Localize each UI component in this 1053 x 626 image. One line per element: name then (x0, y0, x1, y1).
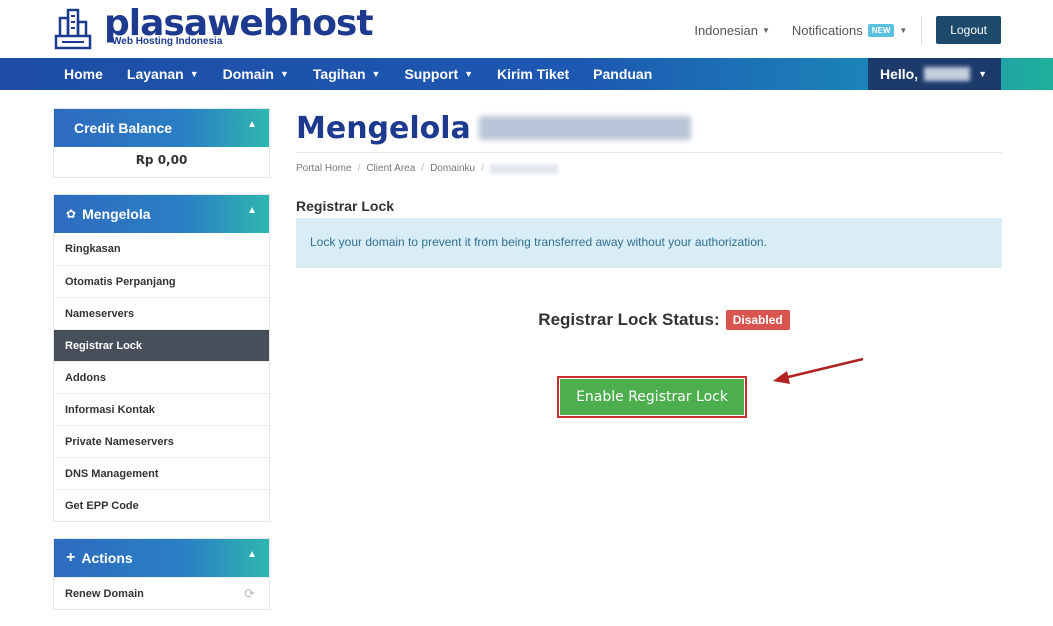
sidebar: Credit Balance ▲ Rp 0,00 ✿ Mengelola ▲ R… (53, 108, 270, 626)
credit-balance-header[interactable]: Credit Balance ▲ (54, 109, 269, 147)
manage-header[interactable]: ✿ Mengelola ▲ (54, 195, 269, 233)
notifications-dropdown[interactable]: Notifications NEW ▼ (791, 16, 923, 44)
gear-icon: ✿ (66, 207, 77, 221)
status-label: Registrar Lock Status: (538, 310, 720, 329)
section-title: Registrar Lock (296, 198, 395, 214)
nav-domain-label: Domain (222, 66, 274, 82)
hello-label: Hello, (880, 66, 919, 82)
actions-panel: + Actions ▲ Renew Domain ⟳ (53, 538, 270, 610)
page-title-text: Mengelola (296, 110, 471, 146)
server-stack-icon (54, 8, 92, 50)
sidebar-item-registrar-lock[interactable]: Registrar Lock (54, 329, 269, 361)
chevron-up-icon: ▲ (247, 119, 257, 130)
nav-layanan-label: Layanan (126, 66, 184, 82)
enable-registrar-lock-button[interactable]: Enable Registrar Lock (560, 379, 744, 415)
actions-title: Actions (81, 550, 133, 566)
title-divider (296, 152, 1002, 153)
nav-home-label: Home (64, 66, 103, 82)
nav-support[interactable]: Support ▼ (404, 66, 473, 82)
caret-down-icon: ▼ (761, 25, 770, 35)
sidebar-item-ringkasan[interactable]: Ringkasan (54, 233, 269, 265)
main-navbar: Home Layanan ▼ Domain ▼ Tagihan ▼ Support ▼ … (0, 58, 1053, 90)
breadcrumb-separator: / (357, 163, 361, 174)
manage-panel: ✿ Mengelola ▲ Ringkasan Otomatis Perpanj… (53, 194, 270, 522)
nav-kirim-tiket-label: Kirim Tiket (497, 66, 570, 82)
nav-panduan-label: Panduan (593, 66, 653, 82)
notifications-label: Notifications (791, 22, 863, 38)
breadcrumb-separator: / (481, 163, 484, 174)
new-badge: NEW (867, 23, 895, 37)
nav-tagihan[interactable]: Tagihan ▼ (313, 66, 381, 82)
sidebar-item-get-epp-code[interactable]: Get EPP Code (54, 489, 269, 521)
breadcrumb: Portal Home / Client Area / Domainku / (296, 163, 1002, 174)
sidebar-item-otomatis-perpanjang[interactable]: Otomatis Perpanjang (54, 265, 269, 297)
logout-button[interactable]: Logout (936, 16, 1001, 44)
renew-domain-label: Renew Domain (65, 588, 144, 600)
language-label: Indonesian (694, 22, 758, 38)
manage-title: Mengelola (82, 206, 151, 222)
manage-menu: Ringkasan Otomatis Perpanjang Nameserver… (54, 233, 269, 521)
logo[interactable]: plasawebhost Web Hosting Indonesia (50, 6, 374, 50)
user-menu[interactable]: Hello, ▼ (868, 58, 1001, 90)
nav-home[interactable]: Home (64, 66, 103, 82)
caret-down-icon: ▼ (899, 25, 908, 35)
nav-kirim-tiket[interactable]: Kirim Tiket (497, 66, 569, 82)
chevron-up-icon: ▲ (247, 549, 257, 560)
sidebar-item-private-nameservers[interactable]: Private Nameservers (54, 425, 269, 457)
language-dropdown[interactable]: Indonesian ▼ (694, 23, 770, 38)
chevron-down-icon: ▼ (189, 69, 199, 79)
breadcrumb-client-area[interactable]: Client Area (366, 163, 415, 174)
logo-tagline: Web Hosting Indonesia (112, 36, 223, 47)
header: plasawebhost Web Hosting Indonesia Indon… (0, 0, 1053, 58)
chevron-down-icon: ▼ (978, 69, 987, 79)
refresh-icon: ⟳ (244, 586, 255, 601)
sidebar-item-nameservers[interactable]: Nameservers (54, 297, 269, 329)
sidebar-item-dns-management[interactable]: DNS Management (54, 457, 269, 489)
main-content: Mengelola Portal Home / Client Area / Do… (296, 108, 1002, 418)
chevron-up-icon: ▲ (247, 205, 257, 216)
nav-panduan[interactable]: Panduan (593, 66, 652, 82)
breadcrumb-separator: / (421, 163, 425, 174)
actions-header[interactable]: + Actions ▲ (54, 539, 269, 577)
credit-balance-amount: Rp 0,00 (135, 153, 188, 167)
chevron-down-icon: ▼ (371, 69, 381, 79)
credit-balance-title: Credit Balance (74, 120, 173, 136)
nav-domain[interactable]: Domain ▼ (223, 66, 289, 82)
redacted-domain-name (478, 116, 691, 140)
sidebar-item-addons[interactable]: Addons (54, 361, 269, 393)
redacted-breadcrumb-domain (489, 163, 558, 174)
redacted-username (924, 67, 971, 81)
status-badge: Disabled (725, 310, 790, 330)
nav-tagihan-label: Tagihan (312, 66, 366, 82)
sidebar-item-informasi-kontak[interactable]: Informasi Kontak (54, 393, 269, 425)
credit-balance-panel: Credit Balance ▲ Rp 0,00 (53, 108, 270, 178)
sidebar-item-renew-domain[interactable]: Renew Domain ⟳ (54, 577, 269, 609)
breadcrumb-domainku[interactable]: Domainku (430, 163, 475, 174)
registrar-lock-status: Registrar Lock Status: Disabled (296, 310, 1002, 330)
annotation-arrow-icon (773, 357, 864, 384)
breadcrumb-portal-home[interactable]: Portal Home (296, 163, 352, 174)
enable-registrar-lock-highlight: Enable Registrar Lock (557, 376, 747, 418)
info-alert: Lock your domain to prevent it from bein… (296, 218, 1002, 268)
page-title: Mengelola (296, 108, 1002, 148)
nav-support-label: Support (404, 66, 459, 82)
chevron-down-icon: ▼ (464, 69, 474, 79)
plus-icon: + (66, 549, 76, 566)
nav-layanan[interactable]: Layanan ▼ (127, 66, 199, 82)
chevron-down-icon: ▼ (279, 69, 289, 79)
